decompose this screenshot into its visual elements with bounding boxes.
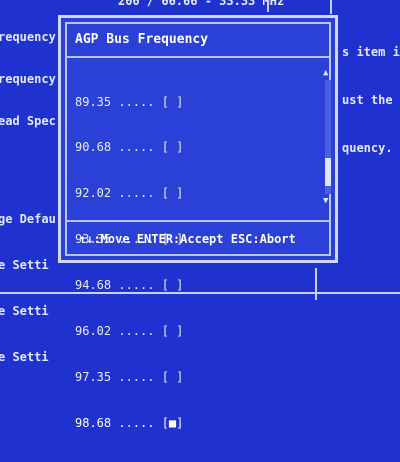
background-left-line: ge Defau <box>0 212 56 226</box>
background-left-menu: requency requency ead Spec ge Defau e Se… <box>0 2 56 378</box>
background-left-line: requency <box>0 72 56 86</box>
frequency-option[interactable]: 92.02 ..... [ ] <box>75 186 183 201</box>
scroll-up-arrow-icon[interactable]: ▲ <box>323 68 328 78</box>
background-left-line <box>0 156 56 184</box>
dialog-title: AGP Bus Frequency <box>75 32 209 47</box>
scrollbar-thumb[interactable] <box>325 158 331 186</box>
frequency-option[interactable]: 94.68 ..... [ ] <box>75 278 183 293</box>
frequency-option-selected[interactable]: 98.68 ..... [■] <box>75 416 183 431</box>
background-divider <box>267 0 269 12</box>
background-left-line: e Setti <box>0 350 49 364</box>
background-help-line: quency. <box>342 141 393 155</box>
frequency-option[interactable]: 97.35 ..... [ ] <box>75 370 183 385</box>
background-left-line: requency <box>0 30 56 44</box>
title-divider <box>66 56 330 58</box>
background-rule <box>0 292 400 294</box>
frequency-option[interactable]: 96.02 ..... [ ] <box>75 324 183 339</box>
background-left-line: ead Spec <box>0 114 56 128</box>
footer-divider <box>66 220 330 222</box>
background-divider <box>315 268 317 300</box>
background-left-line: e Setti <box>0 304 49 318</box>
scroll-down-arrow-icon[interactable]: ▼ <box>323 196 328 206</box>
background-help-line: ust the <box>342 93 393 107</box>
background-top-fragment: 200 / 66.66 - 33.33 MHz <box>118 0 285 8</box>
frequency-option[interactable]: 89.35 ..... [ ] <box>75 95 183 110</box>
agp-frequency-dialog: AGP Bus Frequency 89.35 ..... [ ] 90.68 … <box>58 15 338 430</box>
background-divider <box>330 0 332 14</box>
background-help-line: s item i <box>342 45 400 59</box>
frequency-option[interactable]: 90.68 ..... [ ] <box>75 140 183 155</box>
background-left-line: e Setti <box>0 258 49 272</box>
frequency-list: 89.35 ..... [ ] 90.68 ..... [ ] 92.02 ..… <box>75 64 183 462</box>
key-help-footer: ↑↓:Move ENTER:Accept ESC:Abort <box>79 232 296 246</box>
background-help-text: s item i ust the quency. <box>342 12 400 172</box>
scrollbar[interactable]: ▲ ▼ <box>322 66 334 208</box>
